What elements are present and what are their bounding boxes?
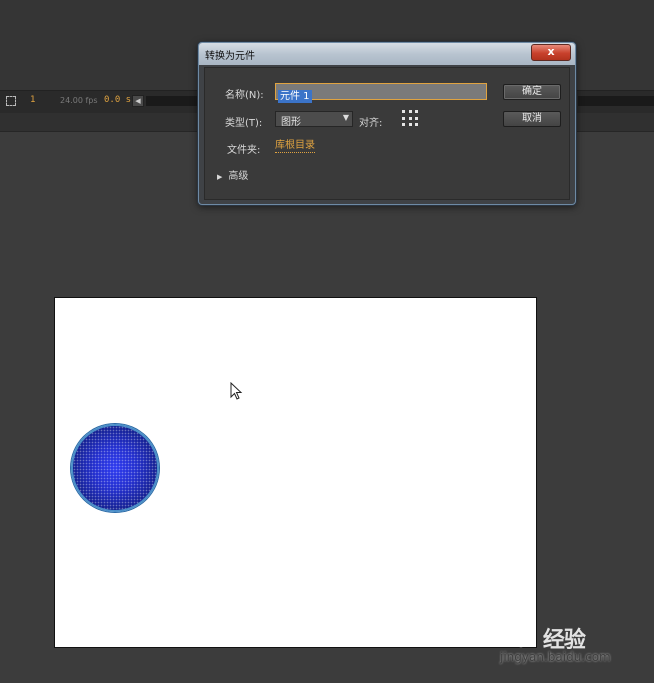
ok-button[interactable]: 确定 [503, 84, 561, 100]
name-label: 名称(N): [225, 90, 264, 101]
folder-label: 文件夹: [227, 145, 261, 156]
stage-canvas[interactable] [54, 297, 537, 648]
reg-point-mc[interactable] [408, 116, 412, 120]
dialog-titlebar[interactable]: 转换为元件 x [199, 43, 575, 65]
symbol-type-select[interactable]: 图形 ▼ [275, 111, 353, 128]
symbol-name-value: 元件 1 [278, 90, 312, 103]
registration-grid-icon[interactable] [402, 110, 420, 128]
reg-point-br[interactable] [415, 123, 419, 127]
baidu-jingyan-watermark: Bai 经验 jingyan.baidu.com [500, 616, 650, 676]
chevron-down-icon: ▼ [342, 113, 349, 122]
reg-point-tc[interactable] [408, 110, 412, 113]
symbol-type-value: 图形 [281, 117, 301, 128]
close-button[interactable]: x [531, 44, 571, 61]
convert-to-symbol-dialog: 转换为元件 x 名称(N): 元件 1 类型(T): 图形 ▼ 对齐: 文件夹:… [198, 42, 576, 205]
timeline-scrollbar-right[interactable] [578, 96, 654, 106]
advanced-toggle[interactable]: ▶ 高级 [217, 167, 248, 182]
flash-app-window: 1 24.00 fps 0.0 s ◀ 转换为元件 x 名称(N): 元件 1 … [0, 0, 654, 683]
reg-point-bl[interactable] [402, 123, 405, 127]
reg-point-tr[interactable] [415, 110, 419, 113]
type-label: 类型(T): [225, 118, 263, 129]
reg-point-mr[interactable] [415, 116, 419, 120]
align-label: 对齐: [359, 118, 383, 129]
arrow-cursor-icon [230, 382, 243, 400]
dialog-title: 转换为元件 [205, 51, 255, 62]
center-frame-icon[interactable] [6, 96, 16, 106]
reg-point-bc[interactable] [408, 123, 412, 127]
frame-rate[interactable]: 24.00 fps [60, 96, 98, 105]
watermark-url: jingyan.baidu.com [500, 650, 611, 664]
symbol-name-input[interactable]: 元件 1 [275, 83, 487, 103]
scroll-left-button[interactable]: ◀ [132, 95, 144, 107]
selected-circle-shape[interactable] [71, 424, 159, 512]
elapsed-time: 0.0 s [104, 95, 132, 105]
reg-point-ml[interactable] [402, 116, 405, 120]
folder-link[interactable]: 库根目录 [275, 140, 315, 153]
dialog-body: 名称(N): 元件 1 类型(T): 图形 ▼ 对齐: 文件夹: 库根目录 ▶ … [204, 67, 570, 200]
timeline-scrollbar[interactable] [146, 96, 206, 106]
advanced-label: 高级 [228, 171, 249, 182]
reg-point-tl[interactable] [402, 110, 405, 113]
cancel-button[interactable]: 取消 [503, 111, 561, 127]
current-frame: 1 [30, 95, 36, 105]
expand-arrow-icon: ▶ [217, 173, 223, 181]
